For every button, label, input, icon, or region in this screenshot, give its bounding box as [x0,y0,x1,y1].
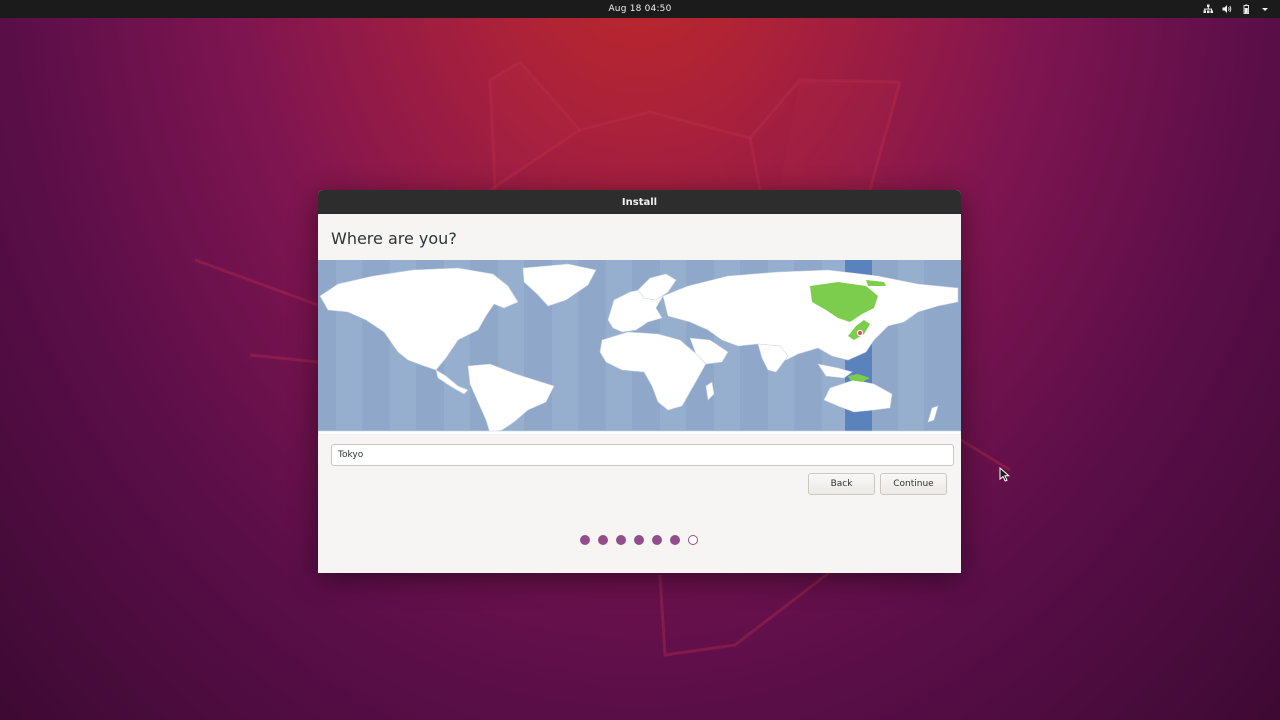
progress-dot-complete [616,535,626,545]
location-input[interactable] [331,444,954,466]
installer-window: Install Where are you? Tokyo Back Contin… [318,190,961,573]
network-icon[interactable] [1203,4,1213,14]
progress-dot-complete [580,535,590,545]
clock[interactable]: Aug 18 04:50 [608,4,671,14]
system-tray[interactable] [1203,0,1270,18]
back-button[interactable]: Back [808,473,875,495]
menu-arrow-icon[interactable] [1260,4,1270,14]
top-panel: Aug 18 04:50 [0,0,1280,18]
progress-dot-complete [670,535,680,545]
progress-dot-complete [598,535,608,545]
window-titlebar[interactable]: Install [318,190,961,214]
progress-dot-current [688,535,698,545]
continue-button[interactable]: Continue [880,473,947,495]
window-title: Install [621,196,658,208]
timezone-map[interactable] [318,260,961,435]
progress-dot-complete [634,535,644,545]
progress-dot-complete [652,535,662,545]
progress-dots [580,535,698,545]
city-pin-icon[interactable] [856,329,864,337]
volume-icon[interactable] [1222,4,1232,14]
page-title: Where are you? [331,229,457,248]
mouse-cursor-icon [999,467,1011,482]
battery-icon[interactable] [1241,4,1251,14]
